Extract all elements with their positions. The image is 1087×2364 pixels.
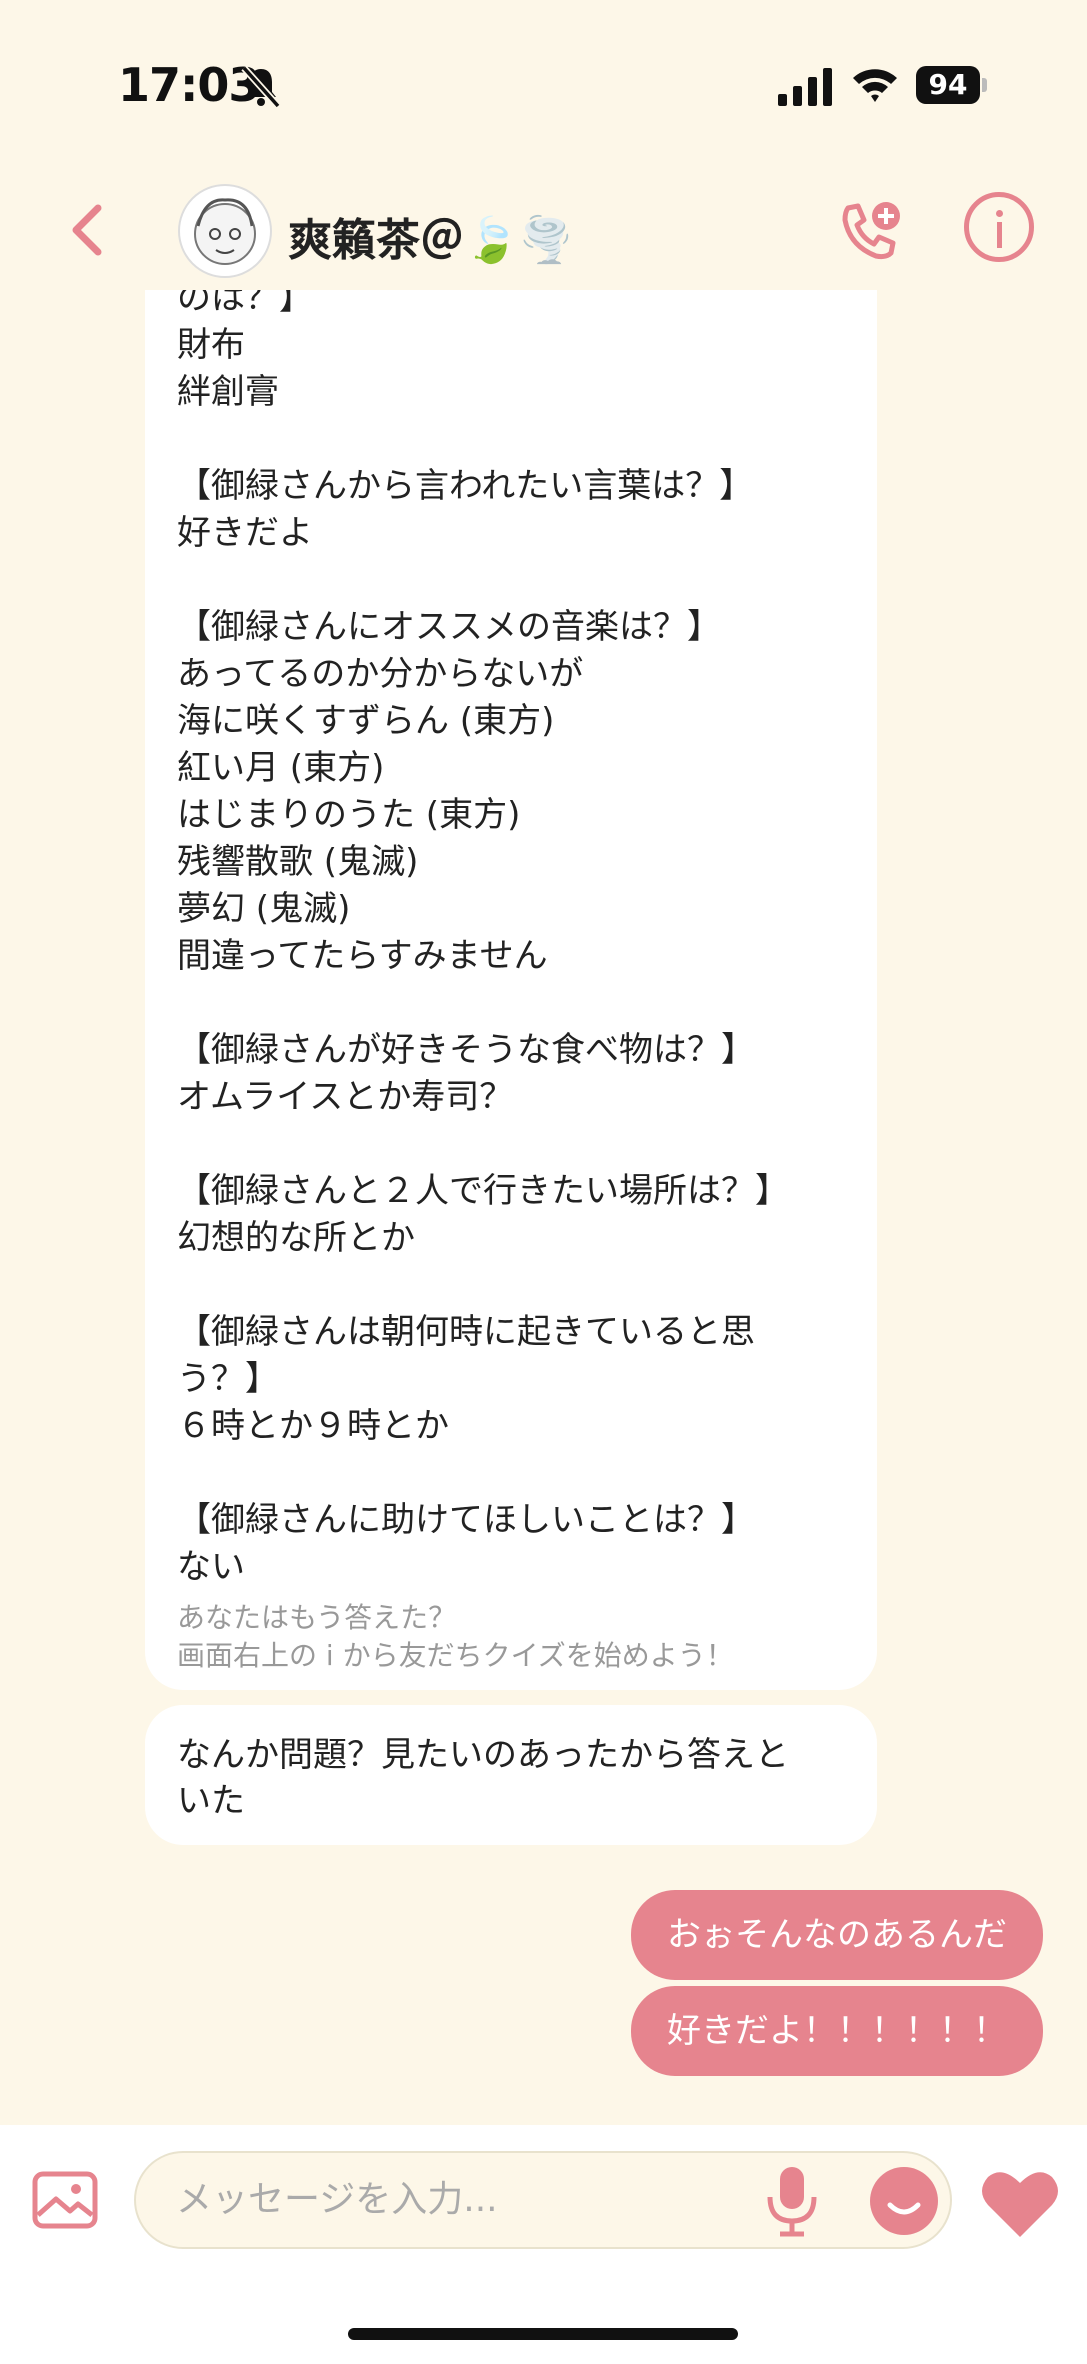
message-line: あってるのか分からないが — [177, 654, 584, 694]
message-line: 財布 — [177, 325, 245, 365]
microphone-icon[interactable] — [764, 2165, 820, 2237]
message-line: 夢幻 (鬼滅) — [177, 889, 351, 929]
info-button[interactable] — [964, 192, 1034, 262]
bell-muted-icon — [241, 65, 281, 108]
message-line: はじまりのうた (東方) — [177, 795, 521, 835]
wifi-icon — [853, 69, 897, 102]
message-line: 紅い月 (東方) — [177, 748, 385, 788]
message-line: 【御緑さんにオススメの音楽は？】 — [177, 607, 721, 647]
info-icon-stem — [997, 222, 1002, 248]
emoji-button[interactable] — [870, 2167, 938, 2235]
message-line: 【御緑さんが好きそうな食べ物は？】 — [177, 1030, 755, 1070]
battery-level: 94 — [916, 66, 980, 104]
message-input[interactable]: メッセージを入力... — [134, 2151, 952, 2249]
chat-messages[interactable]: のは？】 財布 絆創膏 【御緑さんから言われたい言葉は？】 好きだよ 【御緑さん… — [0, 290, 1087, 2125]
message-line: 【御緑さんに助けてほしいことは？】 — [177, 1500, 755, 1540]
received-message-bubble[interactable]: なんか問題？見たいのあったから答えと いた — [145, 1705, 877, 1845]
sent-message-bubble[interactable]: おぉそんなのあるんだ — [631, 1890, 1043, 1980]
message-line: 残響散歌 (鬼滅) — [177, 842, 419, 882]
message-line: 幻想的な所とか — [177, 1218, 415, 1258]
sent-message-bubble[interactable]: 好きだよ！！！！！！ — [631, 1986, 1043, 2076]
message-line: 好きだよ — [177, 513, 313, 553]
chat-header: 爽籟茶＠🍃🌪️ — [0, 170, 1087, 290]
image-picker-icon[interactable] — [32, 2171, 98, 2229]
heart-icon[interactable] — [980, 2167, 1060, 2239]
avatar[interactable] — [178, 184, 272, 278]
back-chevron-icon[interactable] — [60, 200, 120, 260]
message-line: いた — [177, 1781, 245, 1821]
status-time: 17:03 — [118, 58, 260, 112]
contact-name[interactable]: 爽籟茶＠🍃🌪️ — [288, 204, 574, 268]
message-line: のは？】 — [177, 290, 313, 318]
message-line: 【御緑さんから言われたい言葉は？】 — [177, 466, 754, 506]
message-line: なんか問題？見たいのあったから答えと — [177, 1735, 789, 1775]
message-line: う？】 — [177, 1359, 279, 1399]
message-line: 【御緑さんと２人で行きたい場所は？】 — [177, 1171, 789, 1211]
status-bar: 17:03 94 — [0, 0, 1087, 170]
quiz-footer-question: あなたはもう答えた？ — [177, 1601, 457, 1634]
quiz-footer-hint[interactable]: 画面右上の i から友だちクイズを始めよう！ — [177, 1634, 734, 1674]
message-line: オムライスとか寿司？ — [177, 1077, 514, 1117]
smiley-icon — [887, 2202, 921, 2215]
battery-indicator: 94 — [916, 66, 987, 106]
avatar-sketch-icon — [194, 198, 256, 265]
message-line: ６時とか９時とか — [177, 1406, 449, 1446]
message-line: 絆創膏 — [177, 372, 279, 412]
message-line: 間違ってたらすみません — [177, 936, 548, 976]
message-line: 【御緑さんは朝何時に起きていると思 — [177, 1312, 755, 1352]
message-line: 海に咲くすずらん (東方) — [177, 701, 555, 741]
home-indicator — [348, 2328, 738, 2340]
call-add-icon[interactable] — [836, 198, 904, 266]
info-icon-dot — [996, 210, 1003, 217]
battery-tip — [982, 78, 987, 92]
signal-icon — [778, 68, 832, 106]
received-quiz-answer-bubble[interactable]: のは？】 財布 絆創膏 【御緑さんから言われたい言葉は？】 好きだよ 【御緑さん… — [145, 290, 877, 1690]
message-line: ない — [177, 1547, 245, 1587]
